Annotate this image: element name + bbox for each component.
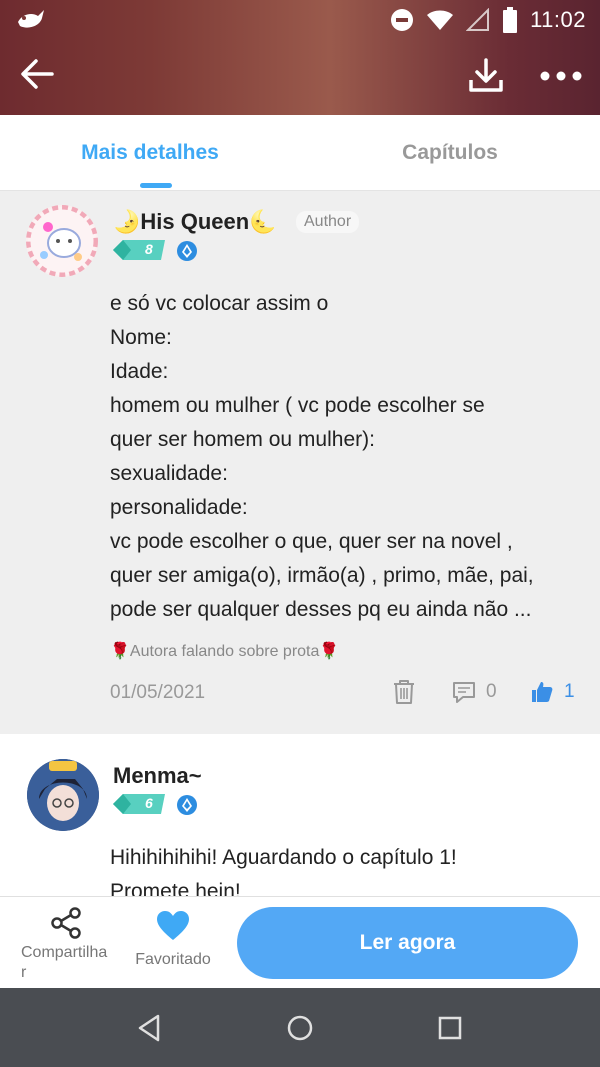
reply-button[interactable]: 0 [452,677,497,707]
comment-item: 🌛His Queen🌜 Author 8 e só vc colocar ass… [0,191,600,734]
comment-line: sexualidade: [110,462,228,485]
comments-list[interactable]: 🌛His Queen🌜 Author 8 e só vc colocar ass… [0,191,600,896]
download-icon[interactable] [466,56,506,96]
battery-icon [503,7,518,33]
comment-line: homem ou mulher ( vc pode escolher se [110,394,485,417]
comment-line: vc pode escolher o que, quer ser na nove… [110,530,513,553]
comment-line: Nome: [110,326,172,349]
share-label: Compartilhar [21,944,108,981]
more-options-icon[interactable] [538,62,584,90]
comment-text: e só vc colocar assim o Nome: Idade: hom… [110,287,580,627]
comment-icon [453,682,475,703]
avatar[interactable] [27,759,99,831]
delete-button[interactable] [392,677,416,707]
nav-recents-icon[interactable] [432,1010,468,1046]
tab-capitulos[interactable]: Capítulos [300,115,600,191]
tab-mais-detalhes[interactable]: Mais detalhes [0,115,300,191]
comment-line: quer ser amiga(o), irmão(a) , primo, mãe… [110,564,534,587]
comment-line: Promete hein! [110,880,241,896]
comment-line: personalidade: [110,496,248,519]
read-now-button[interactable]: Ler agora [237,907,578,979]
avatar-image [26,205,98,277]
trash-icon [394,680,414,704]
dnd-icon [391,9,414,31]
share-icon [51,907,81,939]
level-badge-icon [113,240,165,260]
comment-author-name[interactable]: 🌛His Queen🌜 [113,209,277,235]
avatar[interactable] [26,205,98,277]
back-arrow-icon[interactable] [18,54,58,94]
like-button[interactable]: 1 [530,677,575,707]
favorite-label: Favoritado [135,951,211,968]
comment-line: quer ser homem ou mulher): [110,428,375,451]
bottom-action-bar: Compartilhar Favoritado Ler agora [0,896,600,988]
thumbs-up-icon [532,682,553,702]
nav-home-icon[interactable] [282,1010,318,1046]
comment-line: Hihihihihihi! Aguardando o capítulo 1! [110,846,457,869]
status-bar: 11:02 [0,0,600,40]
tab-bar: Mais detalhes Capítulos [0,115,600,191]
like-count: 1 [564,681,575,702]
signal-icon [466,8,490,31]
level-badge-icon [113,794,165,814]
comment-date: 01/05/2021 [110,682,206,703]
comment-line: pode ser qualquer desses pq eu ainda não… [110,598,532,621]
nav-back-icon[interactable] [132,1010,168,1046]
app-header: 11:02 [0,0,600,115]
comment-author-name[interactable]: Menma~ [113,763,202,789]
verified-badge-icon [177,241,197,261]
heart-icon [157,911,189,940]
share-button[interactable]: Compartilhar [18,907,114,983]
status-time: 11:02 [530,7,586,32]
comment-line: e só vc colocar assim o [110,292,329,315]
reply-count: 0 [486,681,497,702]
system-navigation-bar [0,988,600,1067]
app-notification-icon [18,10,44,28]
status-icons: 11:02 [390,7,586,33]
comment-text: Hihihihihihi! Aguardando o capítulo 1! P… [110,841,580,896]
level-number: 8 [145,241,153,257]
level-number: 6 [145,795,153,811]
comment-line: Idade: [110,360,169,383]
verified-badge-icon [177,795,197,815]
active-tab-indicator [140,183,172,188]
chapter-reference[interactable]: 🌹Autora falando sobre prota🌹 [110,641,339,661]
avatar-image [27,759,99,831]
author-tag: Author [296,211,360,233]
favorite-button[interactable]: Favoritado [128,911,218,969]
wifi-icon [427,10,454,30]
